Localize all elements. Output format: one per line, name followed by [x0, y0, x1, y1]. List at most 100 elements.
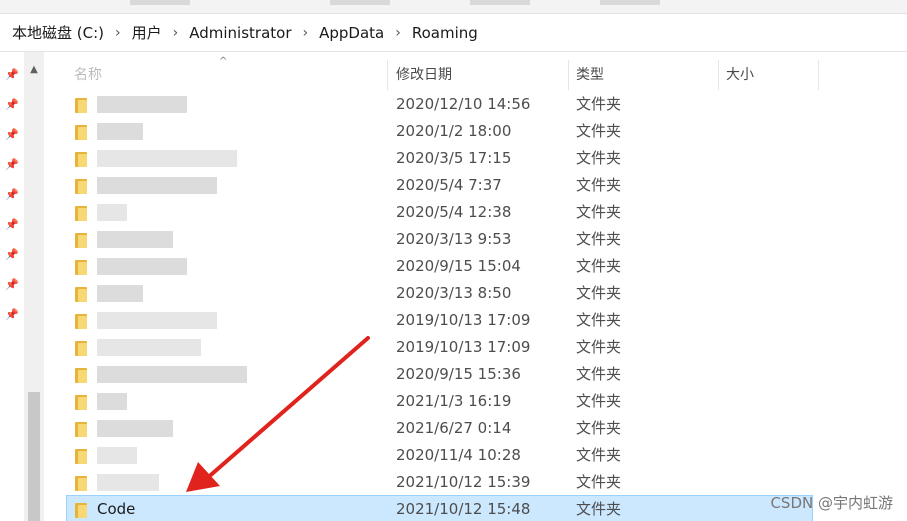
folder-icon	[75, 314, 87, 329]
ribbon-tab-edge[interactable]	[130, 0, 190, 5]
table-row[interactable]: 2020/9/15 15:36 文件夹	[66, 360, 813, 387]
folder-icon	[75, 98, 87, 113]
pin-icon[interactable]: 📌	[5, 248, 19, 262]
row-type: 文件夹	[576, 149, 622, 167]
row-date: 2020/5/4 7:37	[396, 176, 502, 194]
redacted-name	[97, 231, 173, 248]
row-date: 2021/1/3 16:19	[396, 392, 512, 410]
folder-icon	[75, 179, 87, 194]
folder-icon	[75, 152, 87, 167]
chevron-right-icon[interactable]: ›	[294, 25, 318, 41]
redacted-name	[97, 204, 127, 221]
folder-icon	[75, 125, 87, 140]
pin-icon[interactable]: 📌	[5, 68, 19, 82]
folder-icon	[75, 449, 87, 464]
ribbon-tab-edge[interactable]	[600, 0, 660, 5]
breadcrumb-administrator[interactable]: Administrator	[187, 24, 293, 42]
row-type: 文件夹	[576, 446, 622, 464]
pin-icon[interactable]: 📌	[5, 308, 19, 322]
column-header-date[interactable]: 修改日期	[388, 52, 568, 90]
folder-icon	[75, 287, 87, 302]
chevron-right-icon[interactable]: ›	[106, 25, 130, 41]
folder-icon	[75, 422, 87, 437]
table-row-selected[interactable]: Code 2021/10/12 15:48 文件夹	[66, 495, 813, 521]
row-date: 2019/10/13 17:09	[396, 338, 531, 356]
folder-icon	[75, 233, 87, 248]
table-row[interactable]: 2020/5/4 7:37 文件夹	[66, 171, 813, 198]
redacted-name	[97, 258, 187, 275]
breadcrumb-appdata[interactable]: AppData	[317, 24, 386, 42]
column-header-type[interactable]: 类型	[568, 52, 718, 90]
redacted-name	[97, 312, 217, 329]
ribbon-tab-edge[interactable]	[330, 0, 390, 5]
redacted-name	[97, 474, 159, 491]
folder-icon	[75, 341, 87, 356]
chevron-up-icon[interactable]: ▲	[24, 62, 44, 78]
pin-icon[interactable]: 📌	[5, 188, 19, 202]
ribbon-tab-edge[interactable]	[470, 0, 530, 5]
table-row[interactable]: 2019/10/13 17:09 文件夹	[66, 333, 813, 360]
row-type: 文件夹	[576, 122, 622, 140]
row-type: 文件夹	[576, 392, 622, 410]
row-type: 文件夹	[576, 338, 622, 356]
row-date: 2020/3/13 8:50	[396, 284, 512, 302]
redacted-name	[97, 150, 237, 167]
breadcrumb-drive[interactable]: 本地磁盘 (C:)	[10, 22, 106, 43]
redacted-name	[97, 339, 201, 356]
pin-icon[interactable]: 📌	[5, 218, 19, 232]
folder-icon	[75, 206, 87, 221]
column-header-name[interactable]: 名称	[66, 52, 386, 90]
table-row[interactable]: 2020/9/15 15:04 文件夹	[66, 252, 813, 279]
table-row[interactable]: 2020/1/2 18:00 文件夹	[66, 117, 813, 144]
folder-icon	[75, 368, 87, 383]
row-date: 2019/10/13 17:09	[396, 311, 531, 329]
row-type: 文件夹	[576, 311, 622, 329]
row-date: 2020/11/4 10:28	[396, 446, 521, 464]
redacted-name	[97, 366, 247, 383]
redacted-name	[97, 285, 143, 302]
pin-icon[interactable]: 📌	[5, 278, 19, 292]
redacted-name	[97, 123, 143, 140]
table-row[interactable]: 2019/10/13 17:09 文件夹	[66, 306, 813, 333]
row-date: 2020/9/15 15:04	[396, 257, 521, 275]
breadcrumb-users[interactable]: 用户	[130, 22, 164, 43]
nav-scrollbar[interactable]: ▲	[24, 52, 44, 521]
column-divider[interactable]	[818, 60, 819, 90]
table-row[interactable]: 2020/3/13 9:53 文件夹	[66, 225, 813, 252]
column-header-row: ^ 名称 修改日期 类型 大小	[44, 52, 907, 90]
address-bar[interactable]: 本地磁盘 (C:) › 用户 › Administrator › AppData…	[0, 14, 907, 52]
table-row[interactable]: 2020/11/4 10:28 文件夹	[66, 441, 813, 468]
ribbon-strip	[0, 0, 907, 14]
table-row[interactable]: 2020/5/4 12:38 文件夹	[66, 198, 813, 225]
table-row[interactable]: 2020/3/5 17:15 文件夹	[66, 144, 813, 171]
row-type: 文件夹	[576, 176, 622, 194]
table-row[interactable]: 2020/3/13 8:50 文件夹	[66, 279, 813, 306]
pin-icon[interactable]: 📌	[5, 158, 19, 172]
table-row[interactable]: 2021/6/27 0:14 文件夹	[66, 414, 813, 441]
pin-icon[interactable]: 📌	[5, 98, 19, 112]
folder-icon	[75, 395, 87, 410]
table-row[interactable]: 2021/10/12 15:39 文件夹	[66, 468, 813, 495]
row-date: 2020/5/4 12:38	[396, 203, 512, 221]
row-type: 文件夹	[576, 419, 622, 437]
chevron-right-icon[interactable]: ›	[386, 25, 410, 41]
nav-scrollbar-thumb[interactable]	[28, 392, 40, 521]
table-row[interactable]: 2020/12/10 14:56 文件夹	[66, 90, 813, 117]
row-type: 文件夹	[576, 203, 622, 221]
pin-icon[interactable]: 📌	[5, 128, 19, 142]
row-type: 文件夹	[576, 473, 622, 491]
row-date: 2020/1/2 18:00	[396, 122, 512, 140]
breadcrumb-roaming[interactable]: Roaming	[410, 24, 480, 42]
row-date: 2021/6/27 0:14	[396, 419, 512, 437]
navigation-pane: 📌 📌 📌 📌 📌 📌 📌 📌 📌 ▲	[0, 52, 44, 521]
row-type: 文件夹	[576, 230, 622, 248]
chevron-right-icon[interactable]: ›	[164, 25, 188, 41]
column-header-size[interactable]: 大小	[718, 52, 818, 90]
row-type: 文件夹	[576, 365, 622, 383]
row-date: 2020/12/10 14:56	[396, 95, 531, 113]
row-type: 文件夹	[576, 500, 622, 518]
folder-icon	[75, 476, 87, 491]
table-row[interactable]: 2021/1/3 16:19 文件夹	[66, 387, 813, 414]
folder-icon	[75, 260, 87, 275]
row-date: 2020/3/5 17:15	[396, 149, 512, 167]
